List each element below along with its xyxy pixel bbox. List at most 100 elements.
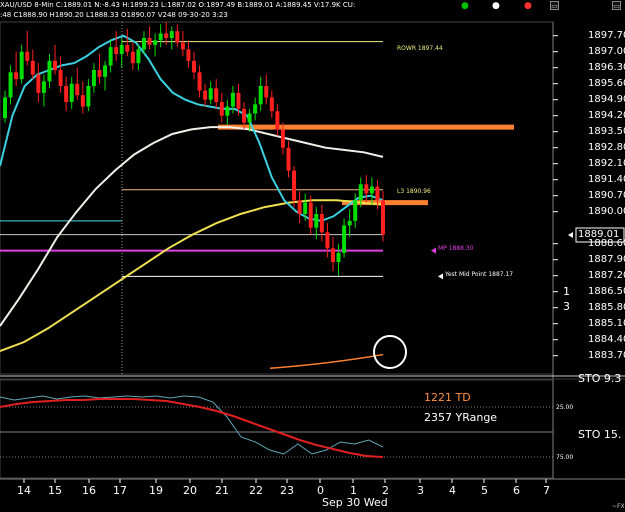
candle-body [247,113,252,123]
candle-body [381,200,385,235]
time-axis-label: 17 [113,484,127,497]
candle-body [286,147,291,171]
highlight-circle [373,335,407,369]
candle-body [275,111,280,130]
candle-body [114,47,119,54]
price-axis-label: 1894.90 [588,93,625,105]
candle-body [147,38,152,45]
price-axis-label: 1883.70 [588,349,625,361]
price-axis-label: 1894.20 [588,109,625,121]
time-axis-label: 4 [449,484,456,497]
candle-body [369,186,374,194]
price-axis-label: 1890.00 [588,205,625,217]
candle-body [258,86,263,105]
candle-body [8,72,13,98]
price-axis-label: 1884.40 [588,333,625,345]
candle-body [97,70,102,77]
candle-body [136,49,141,64]
candle-body [353,200,358,221]
candle-body [130,51,135,64]
price-axis-label: 1885.10 [588,317,625,329]
price-axis-label: 1893.50 [588,125,625,137]
osc-red-line [0,398,384,458]
price-axis-label: 1890.70 [588,189,625,201]
sto-top-label: STO 9.3 [578,372,622,385]
candle-body [364,184,369,194]
mp-level-label: MP 1888.30 [438,245,474,252]
price-axis-label: 1896.30 [588,61,625,73]
candle-body [197,72,202,91]
time-axis-label: 22 [249,484,263,497]
time-axis-label: 14 [17,484,31,497]
candle-body [269,97,274,112]
candle-body [219,102,224,116]
candle-body [358,184,363,201]
candle-body [64,86,69,102]
date-label: Sep 30 Wed [322,496,388,509]
status-dot-white-icon[interactable]: ● [492,2,500,11]
time-axis-label: 5 [481,484,488,497]
candle-body [30,60,35,75]
candle-body [297,200,302,214]
yest-mid-point-label: Yest Mid Point 1887.17 [445,271,514,278]
status-dot-red-icon[interactable]: ● [524,2,532,11]
ma-yellow-line [0,199,386,353]
chart-canvas[interactable] [0,0,625,512]
candle-body [375,186,380,201]
candle-body [47,60,52,82]
candle-body [36,74,41,93]
candle-body [336,252,341,262]
time-axis-label: 20 [183,484,197,497]
candle-body [347,220,352,226]
candle-body [314,214,319,228]
mp-arrow-icon [431,247,436,254]
price-axis-label: 1887.90 [588,253,625,265]
time-axis-label: 21 [215,484,229,497]
candle-body [242,108,247,123]
candle-body [203,90,208,100]
candle-body [236,92,241,109]
ma-white-line [0,126,384,327]
time-axis-label: 15 [48,484,62,497]
candle-body [303,202,308,214]
candle-body [103,65,108,77]
candle-body [230,92,235,107]
td-label: 1221 TD [424,391,471,404]
candle-body [169,31,174,38]
candle-body [180,42,185,50]
candle-body [69,83,74,102]
rowr-level-label: ROWR 1897.44 [397,45,443,52]
candle-body [164,33,169,38]
candle-body [119,44,124,54]
candle-body [14,72,19,80]
status-dot-green-icon[interactable]: ● [461,2,469,11]
time-axis-label: 16 [82,484,96,497]
price-axis-label: 1897.70 [588,29,625,41]
price-axis-label: 1885.80 [588,301,625,313]
candle-body [75,83,80,96]
price-axis-label: 1886.50 [588,285,625,297]
candle-body [25,51,30,61]
candle-body [264,86,269,98]
candle-body [141,38,146,50]
candle-body [19,51,24,80]
price-axis-label: 1892.10 [588,157,625,169]
yrange-label: 2357 YRange [424,411,498,424]
minimize-button[interactable]: ▭ [550,1,559,10]
candle-body [330,248,335,262]
price-axis-label: 1897.00 [588,45,625,57]
l3-level-label: L3 1890.96 [397,188,431,195]
time-axis-label: 7 [543,484,550,497]
time-axis-label: 6 [513,484,520,497]
price-axis-label: 1892.80 [588,141,625,153]
sto-bottom-label: STO 15. [578,428,622,441]
time-axis-label: 23 [280,484,294,497]
orange-trend-curve [269,353,384,370]
time-axis-label: 19 [149,484,163,497]
maximize-button[interactable]: ▭ [612,1,621,10]
current-price-value: 1889.01 [578,229,620,240]
candle-body [125,44,130,52]
candle-body [158,33,163,41]
side-mark-1: 1 [563,285,570,298]
candle-body [108,47,113,66]
